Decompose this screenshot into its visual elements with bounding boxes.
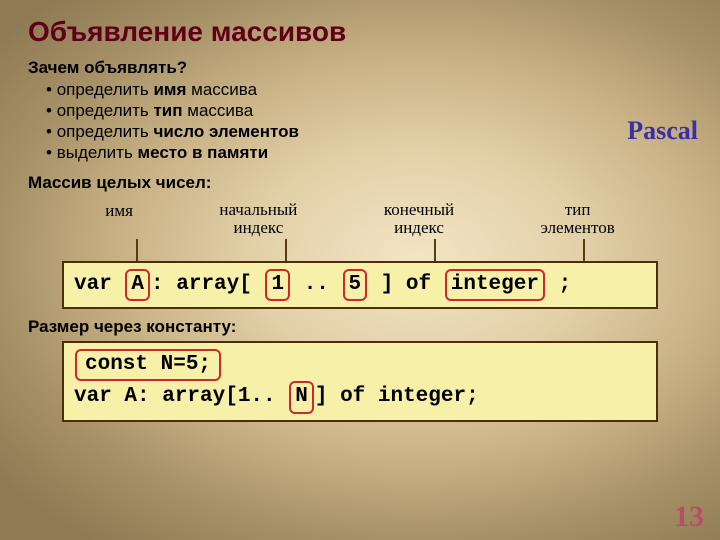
callout-labels: имя начальный индекс конечный индекс тип… bbox=[62, 199, 658, 239]
list-item: определить тип массива bbox=[46, 101, 692, 121]
slide: Объявление массивов Зачем объявлять? опр… bbox=[0, 0, 720, 540]
list-item: выделить место в памяти bbox=[46, 143, 692, 163]
callout-line bbox=[583, 239, 585, 261]
callout-stems bbox=[62, 239, 658, 261]
list-item: определить число элементов bbox=[46, 122, 692, 142]
code-const-decl: const N=5; var A: array[1.. N] of intege… bbox=[62, 341, 658, 422]
label-end-index: конечный индекс bbox=[378, 199, 460, 239]
hl-lo: 1 bbox=[265, 269, 290, 301]
page-number: 13 bbox=[674, 500, 704, 534]
section-const-size: Размер через константу: bbox=[28, 317, 692, 337]
list-item: определить имя массива bbox=[46, 80, 692, 100]
why-list: определить имя массива определить тип ма… bbox=[46, 80, 692, 163]
label-start-index: начальный индекс bbox=[213, 199, 303, 239]
hl-n: N bbox=[289, 381, 314, 413]
hl-name: A bbox=[125, 269, 150, 301]
why-question: Зачем объявлять? bbox=[28, 58, 692, 78]
section-integer-array: Массив целых чисел: bbox=[28, 173, 692, 193]
callout-line bbox=[285, 239, 287, 261]
code-array-decl: var A: array[ 1 .. 5 ] of integer ; bbox=[62, 261, 658, 309]
language-label: Pascal bbox=[627, 116, 698, 146]
label-name: имя bbox=[99, 199, 139, 239]
callout-line bbox=[136, 239, 138, 261]
hl-const: const N=5; bbox=[75, 349, 221, 381]
label-type: тип элементов bbox=[535, 199, 621, 239]
hl-type: integer bbox=[445, 269, 545, 301]
page-title: Объявление массивов bbox=[28, 16, 692, 48]
callout-line bbox=[434, 239, 436, 261]
hl-hi: 5 bbox=[343, 269, 368, 301]
